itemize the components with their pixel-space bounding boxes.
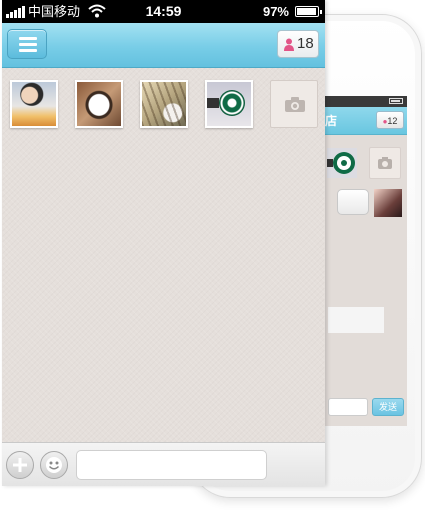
menu-icon [19, 37, 37, 40]
add-photo-button[interactable] [270, 80, 318, 128]
background-member-count: 12 [387, 116, 398, 126]
plus-icon [13, 458, 27, 472]
main-phone-screen: 中国移动 14:59 97% 18 [2, 0, 325, 486]
battery-icon [295, 6, 322, 17]
background-add-photo-button [369, 147, 401, 179]
member-count: 18 [297, 35, 314, 52]
background-member-count-button: ●12 [376, 111, 404, 129]
add-attachment-button[interactable] [6, 451, 34, 479]
background-system-message [328, 307, 384, 333]
background-navbar: 店 ●12 [323, 107, 407, 135]
navigation-bar: 18 [2, 23, 325, 68]
photo-thumbnail-cafe[interactable] [140, 80, 188, 128]
menu-button[interactable] [7, 29, 47, 59]
camera-icon [285, 97, 305, 112]
background-photo-starbucks [327, 148, 357, 178]
background-battery-icon [389, 98, 403, 104]
background-message-bubble [337, 189, 369, 215]
battery-percentage: 97% [262, 4, 289, 19]
background-message-input [328, 398, 368, 416]
message-composer-bar [2, 442, 325, 486]
photo-thumbnail-coffee[interactable] [75, 80, 123, 128]
background-send-button: 发送 [372, 398, 404, 416]
photo-thumbnail-starbucks[interactable] [205, 80, 253, 128]
background-avatar [374, 189, 402, 217]
smiley-icon [46, 457, 62, 473]
person-icon [284, 38, 294, 51]
member-count-button[interactable]: 18 [277, 30, 319, 58]
background-status-bar [323, 96, 407, 107]
background-nav-title: 店 [325, 114, 338, 128]
photo-thumbnail-child[interactable] [10, 80, 58, 128]
status-bar: 中国移动 14:59 97% [2, 0, 325, 23]
background-phone-screen: 店 ●12 发送 [323, 96, 407, 426]
starbucks-logo-icon [219, 90, 245, 116]
message-input[interactable] [76, 450, 267, 480]
emoji-button[interactable] [40, 451, 68, 479]
